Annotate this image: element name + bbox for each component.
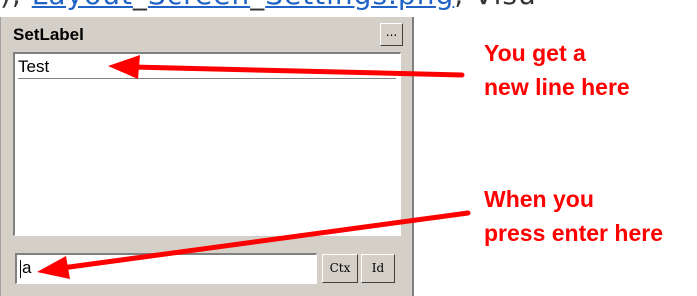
header-link-text: _	[250, 0, 265, 11]
setlabel-panel: SetLabel ... Test a Ctx Id	[0, 17, 414, 296]
list-item[interactable]: Test	[18, 56, 396, 79]
label-input-field[interactable]: a	[15, 253, 317, 284]
header-link-text[interactable]: .png	[388, 0, 454, 11]
panel-title: SetLabel	[13, 25, 84, 44]
header-link-fragment[interactable]: ), Layout_Screen_Settings.png, Visu	[0, 0, 697, 12]
label-list-box[interactable]: Test	[13, 52, 401, 236]
header-link-text: , Visu	[454, 0, 536, 11]
header-link-text: ),	[0, 0, 32, 11]
id-button[interactable]: Id	[361, 254, 395, 283]
annotation-line: When you	[484, 186, 594, 212]
panel-titlebar: SetLabel ...	[7, 19, 407, 49]
annotation-line: You get a	[484, 40, 586, 66]
annotation-press-enter: When you press enter here	[484, 182, 663, 250]
annotation-line: press enter here	[484, 220, 663, 246]
ctx-button[interactable]: Ctx	[322, 254, 358, 283]
header-link-text: _	[133, 0, 148, 11]
header-link-text[interactable]: Settings	[265, 0, 388, 11]
header-link-text[interactable]: Screen	[148, 0, 250, 11]
menu-button[interactable]: ...	[380, 23, 403, 46]
annotation-new-line: You get a new line here	[484, 36, 630, 104]
annotation-line: new line here	[484, 74, 630, 100]
input-value: a	[22, 258, 32, 277]
header-link-text[interactable]: Layout	[32, 0, 133, 11]
text-caret	[20, 259, 21, 278]
